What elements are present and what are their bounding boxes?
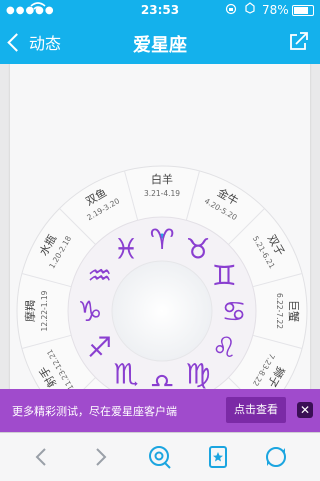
refresh-icon bbox=[266, 447, 286, 467]
zodiac-symbol-icon: ♑ bbox=[77, 295, 102, 328]
zodiac-dates: 12.22-1.19 bbox=[40, 290, 49, 331]
share-button[interactable] bbox=[288, 30, 310, 52]
search-button[interactable] bbox=[146, 443, 174, 471]
location-icon bbox=[244, 2, 256, 17]
content-area: 白羊 3.21-4.19 ♈ 金牛 4.20-5.20 ♉ 双子 5.21-6.21 ♊ 巨蟹 6.… bbox=[0, 64, 320, 389]
share-icon bbox=[290, 32, 308, 50]
zodiac-symbol-icon: ♌ bbox=[212, 331, 237, 364]
status-bar: ●●●●● 23:53 78% bbox=[0, 0, 320, 20]
zodiac-name: 巨蟹 bbox=[287, 300, 301, 322]
back-arrow-icon bbox=[35, 448, 46, 466]
refresh-button[interactable] bbox=[262, 443, 290, 471]
zodiac-name: 白羊 bbox=[151, 172, 173, 186]
zodiac-dates: 6.22-7.22 bbox=[275, 293, 284, 329]
zodiac-symbol-icon: ♈ bbox=[149, 223, 174, 256]
zodiac-symbol-icon: ♊ bbox=[212, 259, 237, 292]
orientation-lock-icon bbox=[225, 3, 237, 18]
zodiac-symbol-icon: ♓ bbox=[113, 233, 138, 266]
promo-banner: 更多精彩测试，尽在爱星座客户端 点击查看 ✕ bbox=[0, 389, 320, 432]
battery-icon bbox=[292, 5, 314, 16]
zodiac-symbol-icon: ♐ bbox=[87, 331, 112, 364]
close-banner-button[interactable]: ✕ bbox=[297, 402, 313, 418]
close-icon: ✕ bbox=[299, 403, 311, 417]
zodiac-symbol-icon: ♎ bbox=[149, 367, 174, 389]
zodiac-symbol-icon: ♏ bbox=[113, 357, 138, 389]
zodiac-symbol-icon: ♋ bbox=[221, 295, 246, 328]
browser-toolbar bbox=[0, 432, 320, 481]
zodiac-wheel: 白羊3.21-4.19♈金牛4.20-5.20♉ 双子5.21-6.21♊巨蟹6.… bbox=[16, 165, 308, 389]
zodiac-symbol-icon: ♍ bbox=[185, 357, 210, 389]
zodiac-symbol-icon: ♉ bbox=[185, 233, 210, 266]
at-search-icon bbox=[149, 446, 171, 469]
center-disc bbox=[111, 260, 213, 362]
bookmark-star-icon bbox=[209, 446, 227, 468]
nav-bar: 动态 爱星座 bbox=[0, 20, 320, 64]
promo-text: 更多精彩测试，尽在爱星座客户端 bbox=[12, 405, 177, 418]
view-now-button[interactable]: 点击查看 bbox=[226, 397, 286, 423]
page-title: 爱星座 bbox=[133, 35, 187, 56]
forward-arrow-icon bbox=[96, 448, 107, 466]
forward-nav-button[interactable] bbox=[86, 443, 114, 471]
zodiac-name: 摩羯 bbox=[23, 300, 37, 322]
zodiac-dates: 3.21-4.19 bbox=[144, 189, 180, 198]
bookmark-button[interactable] bbox=[204, 443, 232, 471]
back-nav-button[interactable] bbox=[28, 443, 56, 471]
battery-percent: 78% bbox=[262, 3, 289, 17]
zodiac-symbol-icon: ♒ bbox=[87, 259, 112, 292]
